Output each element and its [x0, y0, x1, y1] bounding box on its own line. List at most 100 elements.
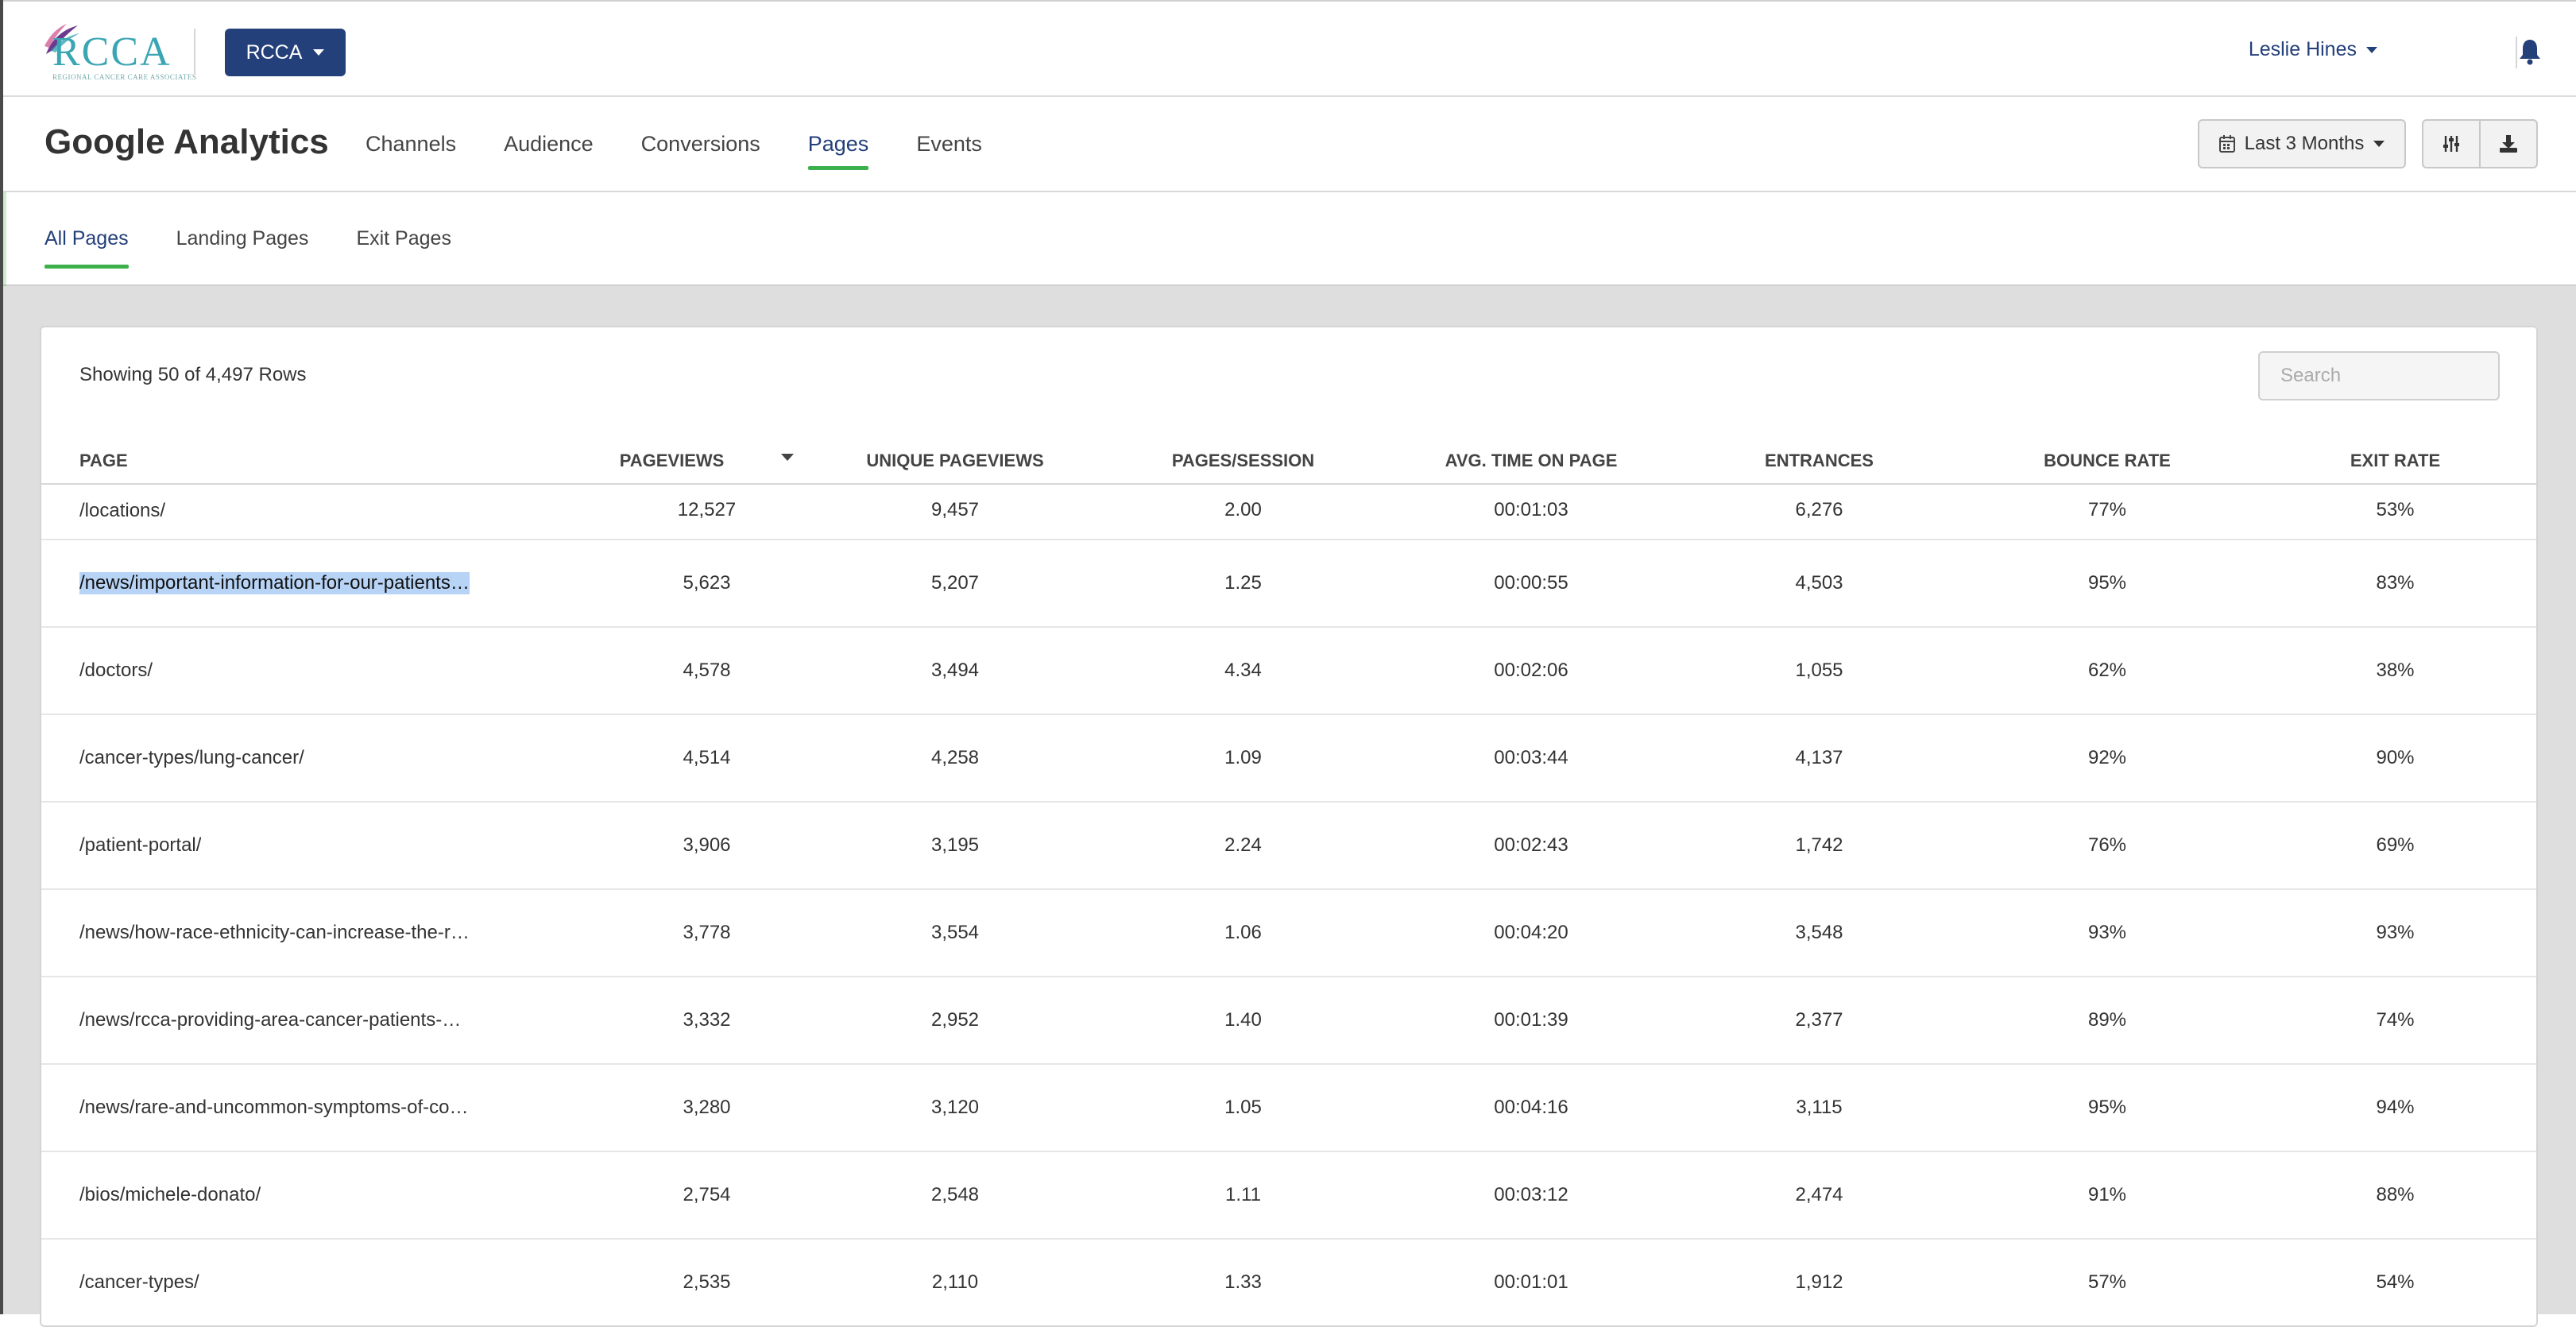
entrances-cell: 3,548	[1678, 889, 1960, 977]
tab-channels[interactable]: Channels	[366, 97, 456, 191]
chevron-down-icon	[313, 49, 325, 56]
page-path-link[interactable]: /news/rcca-providing-area-cancer-patient…	[79, 1009, 461, 1031]
pageviews-cell: 4,578	[605, 627, 808, 715]
page-path-link[interactable]: /news/important-information-for-our-pati…	[79, 572, 470, 595]
pages-session-cell: 1.33	[1102, 1239, 1384, 1325]
exit-rate-cell: 74%	[2254, 977, 2536, 1065]
user-menu[interactable]: Leslie Hines	[2249, 38, 2377, 61]
tab-pages[interactable]: Pages	[807, 97, 868, 191]
entrances-cell: 2,474	[1678, 1151, 1960, 1240]
entrances-cell: 2,377	[1678, 977, 1960, 1065]
pages-session-cell: 1.40	[1102, 977, 1384, 1065]
tab-conversions[interactable]: Conversions	[641, 97, 760, 191]
table-row[interactable]: /doctors/4,578 3,494 4.34 00:02:06 1,055 62% 3…	[41, 627, 2536, 715]
page-path-link[interactable]: /locations/	[79, 500, 165, 522]
entrances-cell: 1,742	[1678, 802, 1960, 890]
bounce-rate-cell: 57%	[1960, 1239, 2254, 1325]
table-row[interactable]: /news/important-information-for-our-pati…	[41, 540, 2536, 628]
exit-rate-cell: 94%	[2254, 1064, 2536, 1152]
search-input[interactable]	[2258, 351, 2500, 400]
date-range-button[interactable]: Last 3 Months	[2198, 119, 2406, 168]
exit-rate-cell: 83%	[2254, 540, 2536, 628]
bounce-rate-cell: 77%	[1960, 484, 2254, 540]
page-path-link[interactable]: /news/rare-and-uncommon-symptoms-of-co…	[79, 1097, 468, 1119]
column-header-page[interactable]: PAGE	[41, 439, 605, 485]
table-row[interactable]: /cancer-types/lung-cancer/4,514 4,258 1.09…	[41, 714, 2536, 803]
sliders-icon	[2443, 136, 2459, 152]
user-name: Leslie Hines	[2248, 38, 2357, 60]
table-row[interactable]: /locations/12,527 9,457 2.00 00:01:03 6,276 7…	[41, 484, 2536, 540]
pageviews-cell: 4,514	[605, 714, 808, 803]
table-row[interactable]: /news/rcca-providing-area-cancer-patient…	[41, 977, 2536, 1065]
window-edge	[0, 0, 3, 1314]
column-header-exit-rate[interactable]: EXIT RATE	[2254, 439, 2536, 485]
column-header-unique-pageviews[interactable]: UNIQUE PAGEVIEWS	[808, 439, 1102, 485]
page-path-link[interactable]: /news/how-race-ethnicity-can-increase-th…	[79, 922, 470, 944]
column-header-entrances[interactable]: ENTRANCES	[1678, 439, 1960, 485]
sort-desc-icon	[781, 453, 795, 461]
toolbar-buttons	[2422, 119, 2538, 168]
pageviews-cell: 2,754	[605, 1151, 808, 1240]
unique-pageviews-cell: 5,207	[808, 540, 1102, 628]
bell-icon[interactable]	[2519, 38, 2541, 65]
column-header-pages-session[interactable]: PAGES/SESSION	[1102, 439, 1384, 485]
pages-session-cell: 1.25	[1102, 540, 1384, 628]
unique-pageviews-cell: 3,195	[808, 802, 1102, 890]
unique-pageviews-cell: 3,120	[808, 1064, 1102, 1152]
page-path-link[interactable]: /patient-portal/	[79, 834, 201, 857]
download-button[interactable]	[2479, 121, 2536, 167]
table-row[interactable]: /bios/michele-donato/2,754 2,548 1.11 00:03…	[41, 1151, 2536, 1240]
pages-session-cell: 1.06	[1102, 889, 1384, 977]
page-header: Google Analytics Channels Audience Conve…	[0, 97, 2576, 192]
avg-time-cell: 00:02:43	[1384, 802, 1678, 890]
pages-session-cell: 2.24	[1102, 802, 1384, 890]
main-tabs: Channels Audience Conversions Pages Even…	[366, 97, 1030, 191]
sub-tabs: All Pages Landing Pages Exit Pages	[44, 192, 499, 284]
unique-pageviews-cell: 4,258	[808, 714, 1102, 803]
unique-pageviews-cell: 3,554	[808, 889, 1102, 977]
sub-navigation: All Pages Landing Pages Exit Pages	[0, 192, 2576, 286]
bounce-rate-cell: 93%	[1960, 889, 2254, 977]
bounce-rate-cell: 62%	[1960, 627, 2254, 715]
content-area: Showing 50 of 4,497 Rows PAGE PAGEVIEWS …	[0, 286, 2576, 1327]
column-header-bounce-rate[interactable]: BOUNCE RATE	[1960, 439, 2254, 485]
column-header-pageviews[interactable]: PAGEVIEWS	[605, 439, 808, 485]
org-selector-button[interactable]: RCCA	[225, 29, 346, 76]
page-path-link[interactable]: /cancer-types/	[79, 1271, 199, 1294]
exit-rate-cell: 53%	[2254, 484, 2536, 540]
avg-time-cell: 00:04:20	[1384, 889, 1678, 977]
tab-audience[interactable]: Audience	[504, 97, 594, 191]
bounce-rate-cell: 95%	[1960, 1064, 2254, 1152]
page-path-link[interactable]: /doctors/	[79, 660, 153, 682]
exit-rate-cell: 90%	[2254, 714, 2536, 803]
pageviews-cell: 2,535	[605, 1239, 808, 1325]
page-path-link[interactable]: /cancer-types/lung-cancer/	[79, 747, 304, 769]
logo-subtext: REGIONAL CANCER CARE ASSOCIATES	[52, 73, 197, 81]
table-row[interactable]: /cancer-types/2,535 2,110 1.33 00:01:01 1,91…	[41, 1239, 2536, 1325]
page-path-link[interactable]: /bios/michele-donato/	[79, 1184, 261, 1206]
subtab-landing-pages[interactable]: Landing Pages	[176, 192, 309, 284]
bounce-rate-cell: 91%	[1960, 1151, 2254, 1240]
divider	[2516, 37, 2517, 68]
entrances-cell: 1,055	[1678, 627, 1960, 715]
entrances-cell: 1,912	[1678, 1239, 1960, 1325]
column-header-avg-time[interactable]: AVG. TIME ON PAGE	[1384, 439, 1678, 485]
unique-pageviews-cell: 3,494	[808, 627, 1102, 715]
pageviews-cell: 3,778	[605, 889, 808, 977]
page-cell: /doctors/	[41, 627, 605, 715]
table-row[interactable]: /patient-portal/3,906 3,195 2.24 00:02:43 1,…	[41, 802, 2536, 890]
pages-session-cell: 1.09	[1102, 714, 1384, 803]
entrances-cell: 4,137	[1678, 714, 1960, 803]
pages-session-cell: 1.05	[1102, 1064, 1384, 1152]
subtab-all-pages[interactable]: All Pages	[44, 192, 129, 284]
avg-time-cell: 00:04:16	[1384, 1064, 1678, 1152]
subtab-exit-pages[interactable]: Exit Pages	[356, 192, 451, 284]
rcca-logo[interactable]: RCCA REGIONAL CANCER CARE ASSOCIATES	[40, 22, 196, 81]
download-icon	[2500, 135, 2517, 153]
table-row[interactable]: /news/how-race-ethnicity-can-increase-th…	[41, 889, 2536, 977]
page-cell: /cancer-types/lung-cancer/	[41, 714, 605, 803]
table-row[interactable]: /news/rare-and-uncommon-symptoms-of-co… 3…	[41, 1064, 2536, 1152]
filter-settings-button[interactable]	[2423, 121, 2479, 167]
unique-pageviews-cell: 9,457	[808, 484, 1102, 540]
tab-events[interactable]: Events	[916, 97, 982, 191]
